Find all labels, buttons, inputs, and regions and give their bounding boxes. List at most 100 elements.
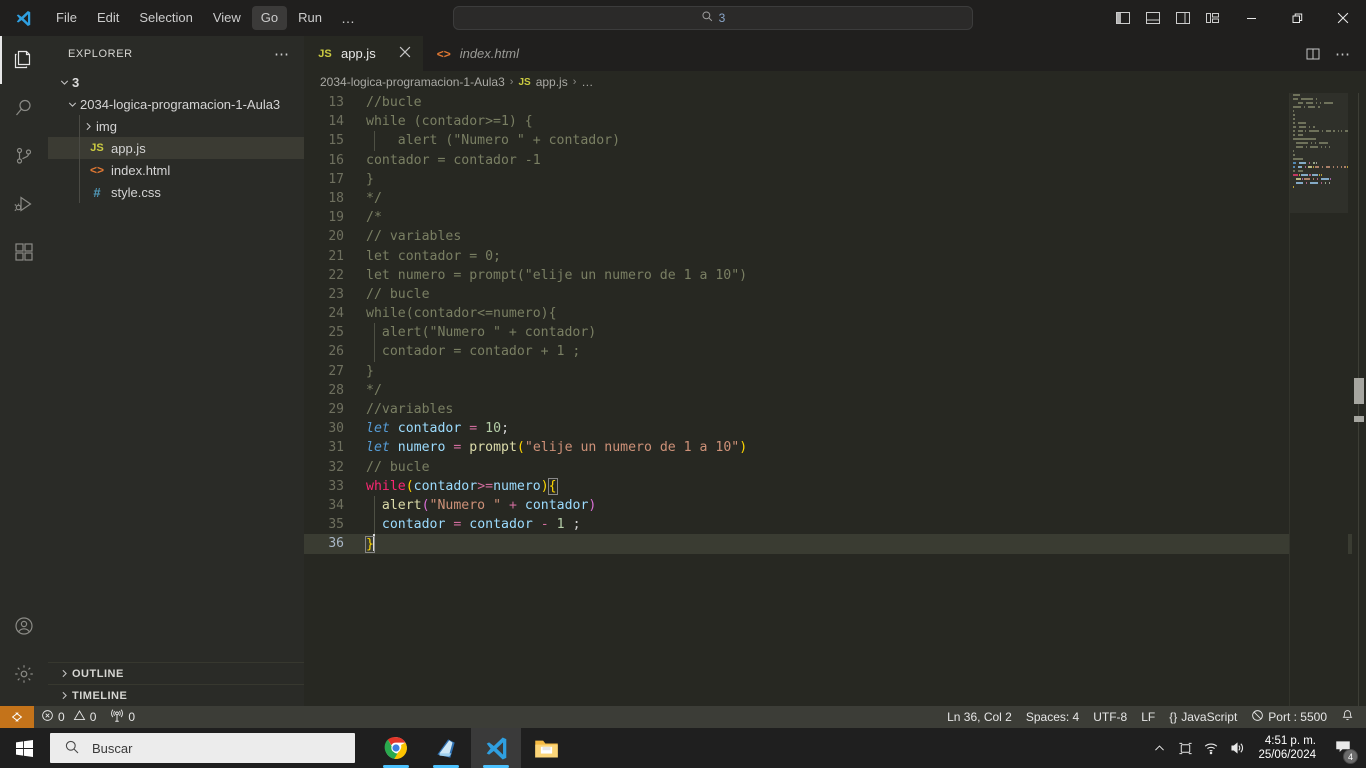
tree-item-index-html[interactable]: <> index.html [48,159,304,181]
toggle-primary-sidebar-icon[interactable] [1108,0,1138,36]
status-cursor-position[interactable]: Ln 36, Col 2 [940,706,1019,728]
window-minimize-button[interactable] [1228,0,1274,36]
toggle-panel-icon[interactable] [1138,0,1168,36]
code-token: - [540,517,549,533]
minimap-slider[interactable] [1290,93,1348,213]
activity-explorer[interactable] [0,36,48,84]
code-line[interactable]: 33 while(contador>=numero){ [304,477,1366,496]
code-line[interactable]: 22 let numero = prompt("elije un numero d… [304,266,1366,285]
tree-item-img[interactable]: img [48,115,304,137]
customize-layout-icon[interactable] [1198,0,1228,36]
code-line[interactable]: 28 */ [304,381,1366,400]
code-line[interactable]: 13 //bucle [304,93,1366,112]
status-language-mode[interactable]: {} JavaScript [1162,706,1244,728]
code-token: ( [405,478,414,494]
sidebar-section-outline[interactable]: OUTLINE [48,662,304,684]
status-encoding[interactable]: UTF-8 [1086,706,1134,728]
remote-window-icon[interactable] [0,706,34,728]
taskbar-app-edge[interactable] [421,728,471,768]
activity-search[interactable] [0,84,48,132]
breadcrumb-symbol[interactable]: … [581,75,593,89]
code-line[interactable]: 26 contador = contador + 1 ; [304,342,1366,362]
code-line[interactable]: 19 /* [304,208,1366,227]
code-line[interactable]: 25 alert("Numero " + contador) [304,323,1366,343]
line-content: let numero = prompt("elije un numero de … [366,438,747,457]
chevron-right-icon [56,689,72,702]
breadcrumb-file[interactable]: app.js [536,75,568,89]
code-line[interactable]: 14 while (contador>=1) { [304,112,1366,131]
status-eol[interactable]: LF [1134,706,1162,728]
chevron-up-icon[interactable] [1146,728,1172,768]
wifi-icon[interactable] [1198,728,1224,768]
status-ports[interactable]: 0 [103,706,142,728]
taskbar-app-chrome[interactable] [371,728,421,768]
scrollbar-marker[interactable] [1354,378,1364,404]
tab-index-html[interactable]: <> index.html [422,36,529,71]
windows-start-icon[interactable] [0,728,48,768]
menu-run[interactable]: Run [289,6,331,30]
menu-view[interactable]: View [204,6,250,30]
tree-item-label: style.css [111,184,161,200]
quick-search-input[interactable]: 3 [453,6,973,30]
split-editor-right-icon[interactable] [1300,36,1326,71]
taskbar-search-input[interactable]: Buscar [50,733,355,763]
code-token: alert("Numero " + contador) [366,325,597,341]
activity-extensions[interactable] [0,228,48,276]
code-line[interactable]: 31 let numero = prompt("elije un numero d… [304,438,1366,457]
editor-more-actions-icon[interactable]: ⋯ [1330,36,1356,71]
notification-center-button[interactable]: 4 [1326,728,1360,768]
code-line[interactable]: 24 while(contador<=numero){ [304,304,1366,323]
scrollbar-marker[interactable] [1354,416,1364,422]
menu-file[interactable]: File [47,6,86,30]
window-restore-button[interactable] [1274,0,1320,36]
line-number: 21 [328,248,344,264]
code-line[interactable]: 30 let contador = 10; [304,419,1366,438]
taskbar-app-file-explorer[interactable] [521,728,571,768]
code-line[interactable]: 20 // variables [304,227,1366,246]
tree-item-project-folder[interactable]: 2034-logica-programacion-1-Aula3 [48,93,304,115]
code-line[interactable]: 21 let contador = 0; [304,247,1366,266]
editor-scrollbar[interactable] [1352,93,1366,706]
sidebar-section-timeline[interactable]: TIMELINE [48,684,304,706]
taskbar-app-vscode[interactable] [471,728,521,768]
status-live-server[interactable]: Port : 5500 [1244,706,1334,728]
code-line[interactable]: 18 */ [304,189,1366,208]
code-line[interactable]: 15 alert ("Numero " + contador) [304,131,1366,151]
tree-item-style-css[interactable]: # style.css [48,181,304,203]
tab-app-js[interactable]: JS app.js [304,36,423,71]
activity-accounts[interactable] [0,602,48,650]
activity-settings[interactable] [0,650,48,698]
code-line[interactable]: 16 contador = contador -1 [304,151,1366,170]
code-line[interactable]: 34 alert("Numero " + contador) [304,495,1366,516]
toggle-secondary-sidebar-icon[interactable] [1168,0,1198,36]
code-line[interactable]: 36} [304,533,1366,554]
screen-record-icon[interactable] [1172,728,1198,768]
taskbar-clock[interactable]: 4:51 p. m. 25/06/2024 [1250,734,1326,762]
code-line[interactable]: 27} [304,362,1366,381]
line-number: 26 [328,344,344,360]
activity-run-and-debug[interactable] [0,180,48,228]
menu-edit[interactable]: Edit [88,6,128,30]
tab-close-icon[interactable] [397,46,413,61]
status-problems[interactable]: 0 0 [34,706,103,728]
code-lines[interactable]: 13//bucle 14 while (contador>=1) {15 alert… [304,93,1366,706]
code-editor[interactable]: 13//bucle 14 while (contador>=1) {15 alert… [304,93,1366,706]
code-line[interactable]: 35 contador = contador - 1 ; [304,515,1366,535]
volume-icon[interactable] [1224,728,1250,768]
code-line[interactable]: 23 // bucle [304,285,1366,304]
code-line[interactable]: 32 // bucle [304,458,1366,477]
menu-selection[interactable]: Selection [130,6,201,30]
menu-go[interactable]: Go [251,6,288,30]
code-line[interactable]: 29 //variables [304,400,1366,419]
status-indentation[interactable]: Spaces: 4 [1019,706,1086,728]
code-line[interactable]: 17} [304,170,1366,189]
window-close-button[interactable] [1320,0,1366,36]
explorer-root-folder[interactable]: 3 [48,71,304,93]
activity-source-control[interactable] [0,132,48,180]
menu-bar[interactable]: File Edit Selection View Go Run … [46,0,365,36]
breadcrumb-folder[interactable]: 2034-logica-programacion-1-Aula3 [320,75,505,89]
menu-more[interactable]: … [333,9,364,27]
tree-item-app-js[interactable]: JS app.js [48,137,304,159]
explorer-more-actions-icon[interactable]: ⋯ [268,45,296,63]
status-notifications[interactable] [1334,706,1366,728]
